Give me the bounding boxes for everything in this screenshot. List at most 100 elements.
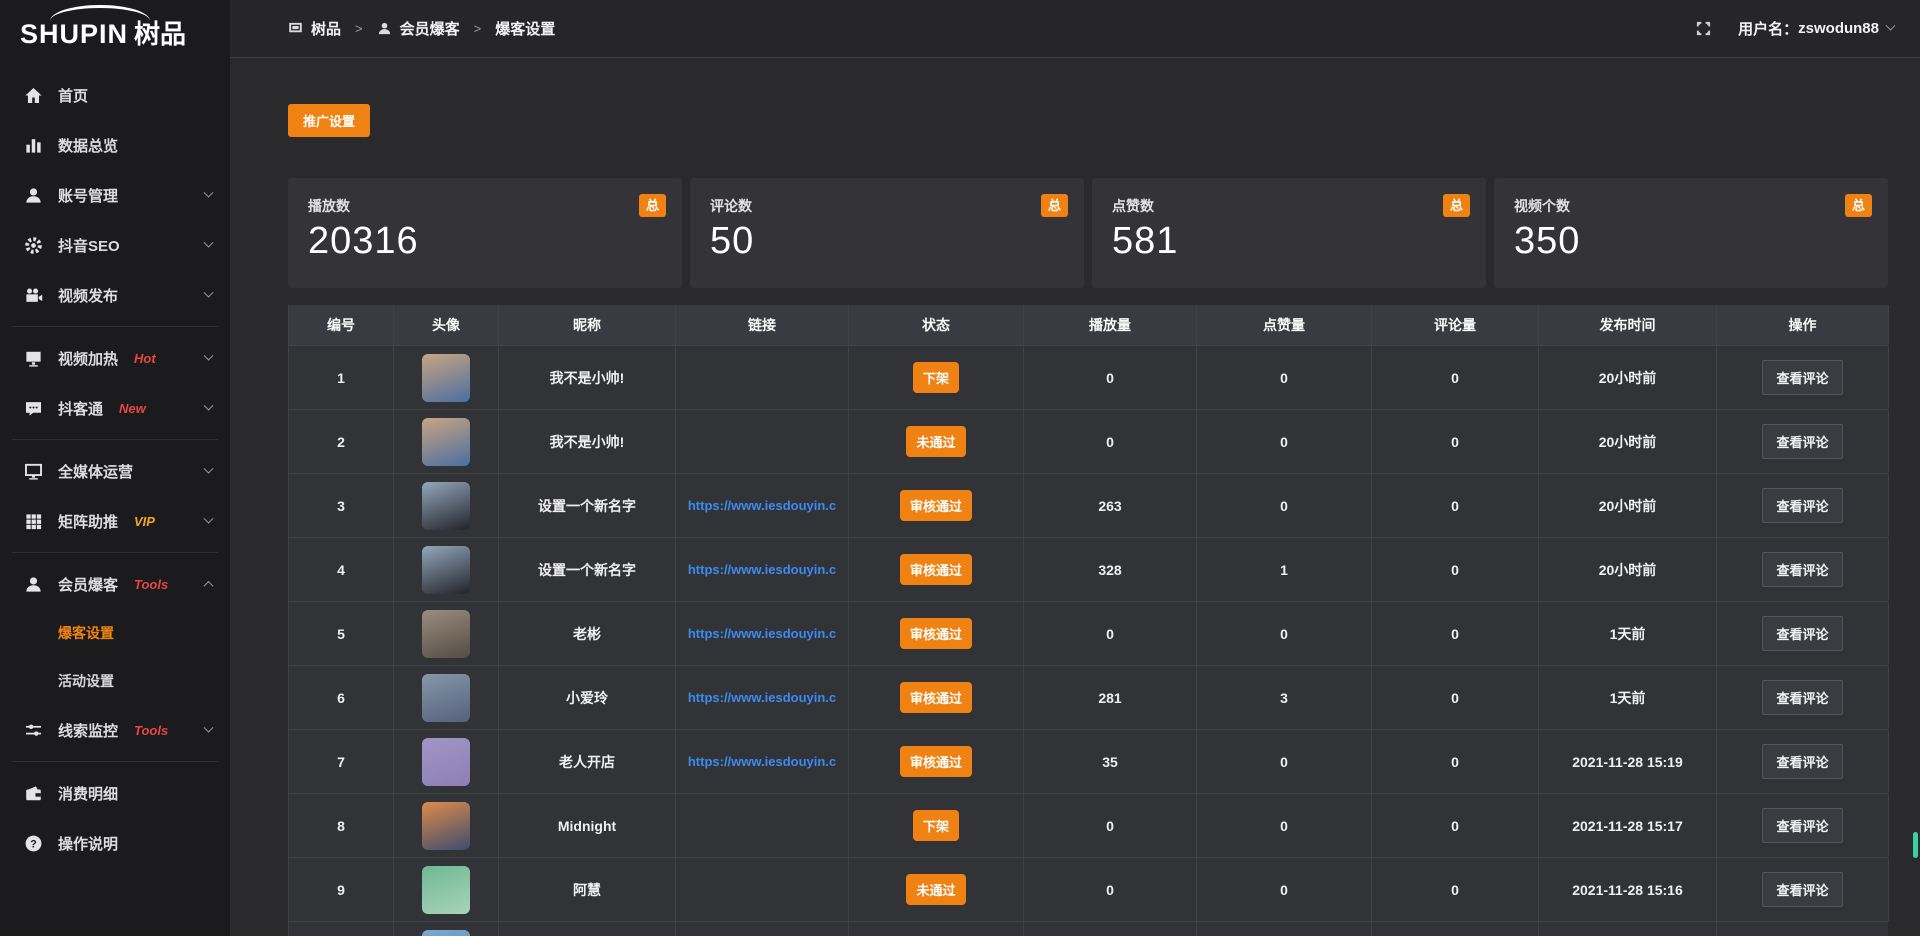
sidebar-item-video-heat[interactable]: 视频加热Hot xyxy=(0,333,230,383)
publish-time-cell: 20小时前 xyxy=(1539,346,1717,409)
sidebar-subitem-activity-settings[interactable]: 活动设置 xyxy=(0,657,230,705)
logo-arc xyxy=(50,5,150,21)
chevron-down-icon xyxy=(204,400,214,410)
avatar-cell xyxy=(394,858,499,921)
sidebar-item-data-overview[interactable]: 数据总览 xyxy=(0,120,230,170)
fullscreen-icon[interactable] xyxy=(1695,20,1712,37)
view-comments-button[interactable]: 查看评论 xyxy=(1762,872,1842,907)
publish-time-cell: 1天前 xyxy=(1539,666,1717,729)
action-cell: 查看评论 xyxy=(1717,666,1889,729)
profile-link[interactable]: https://www.iesdouyin.c xyxy=(688,626,836,641)
user-icon xyxy=(377,21,392,36)
view-comments-button[interactable]: 查看评论 xyxy=(1762,424,1842,459)
avatar-cell xyxy=(394,474,499,537)
likes-cell: 0 xyxy=(1197,730,1372,793)
plays-cell: 281 xyxy=(1024,666,1197,729)
main-content: 推广设置 播放数20316总评论数50总点赞数581总视频个数350总 编号头像… xyxy=(230,59,1920,936)
row-index-cell: 7 xyxy=(289,730,394,793)
status-badge[interactable]: 审核通过 xyxy=(900,554,972,585)
sidebar-item-matrix-boost[interactable]: 矩阵助推VIP xyxy=(0,496,230,546)
scrollbar-thumb[interactable] xyxy=(1913,832,1918,858)
view-comments-button[interactable]: 查看评论 xyxy=(1762,808,1842,843)
sidebar: SHUPIN树品 首页数据总览账号管理抖音SEO视频发布视频加热Hot抖客通Ne… xyxy=(0,0,230,936)
breadcrumb-item-member[interactable]: 会员爆客 xyxy=(400,18,460,39)
table-header-cell: 昵称 xyxy=(499,305,676,345)
stat-label: 播放数 xyxy=(308,196,662,216)
avatar-cell xyxy=(394,410,499,473)
row-index-cell: 2 xyxy=(289,410,394,473)
sidebar-item-tag: Hot xyxy=(134,351,156,366)
table-header-cell: 评论量 xyxy=(1372,305,1539,345)
link-cell: https://www.iesdouyin.c xyxy=(676,730,849,793)
profile-link[interactable]: https://www.iesdouyin.c xyxy=(688,690,836,705)
view-comments-button[interactable]: 查看评论 xyxy=(1762,680,1842,715)
chevron-up-icon xyxy=(204,580,214,590)
status-badge[interactable]: 审核通过 xyxy=(900,618,972,649)
sidebar-item-tag: Tools xyxy=(134,723,168,738)
chevron-down-icon xyxy=(204,722,214,732)
plays-cell: 0 xyxy=(1024,602,1197,665)
stat-card: 播放数20316总 xyxy=(288,178,682,288)
view-comments-button[interactable]: 查看评论 xyxy=(1762,488,1842,523)
sidebar-item-clue-monitor[interactable]: 线索监控Tools xyxy=(0,705,230,755)
sidebar-item-label: 消费明细 xyxy=(58,783,118,804)
likes-cell: 0 xyxy=(1197,858,1372,921)
status-badge[interactable]: 下架 xyxy=(913,810,959,841)
comments-cell: 0 xyxy=(1372,346,1539,409)
sidebar-item-media-operation[interactable]: 全媒体运营 xyxy=(0,446,230,496)
status-badge[interactable]: 审核通过 xyxy=(900,746,972,777)
chevron-down-icon xyxy=(204,463,214,473)
sidebar-subitem-baoke-settings[interactable]: 爆客设置 xyxy=(0,609,230,657)
sidebar-item-tag: Tools xyxy=(134,577,168,592)
breadcrumb-item-shupin[interactable]: 树品 xyxy=(311,18,341,39)
chevron-down-icon xyxy=(204,287,214,297)
sidebar-item-home[interactable]: 首页 xyxy=(0,70,230,120)
nickname-cell: 设置一个新名字 xyxy=(499,474,676,537)
avatar xyxy=(422,418,470,466)
view-comments-button[interactable]: 查看评论 xyxy=(1762,744,1842,779)
sidebar-item-operation-guide[interactable]: ? 操作说明 xyxy=(0,818,230,868)
nickname-cell: 我不是小帅! xyxy=(499,346,676,409)
profile-link[interactable]: https://www.iesdouyin.c xyxy=(688,754,836,769)
logo-text-cn: 树品 xyxy=(134,19,186,49)
status-cell: 下架 xyxy=(849,794,1024,857)
status-badge[interactable]: 审核通过 xyxy=(900,682,972,713)
sidebar-item-video-publish[interactable]: 视频发布 xyxy=(0,270,230,320)
avatar-cell xyxy=(394,538,499,601)
screen-icon xyxy=(24,462,43,481)
app: SHUPIN树品 首页数据总览账号管理抖音SEO视频发布视频加热Hot抖客通Ne… xyxy=(0,0,1920,936)
status-badge[interactable]: 未通过 xyxy=(906,874,965,905)
avatar-cell xyxy=(394,602,499,665)
status-badge[interactable]: 审核通过 xyxy=(900,490,972,521)
view-comments-button[interactable]: 查看评论 xyxy=(1762,616,1842,651)
nickname-cell: Midnight xyxy=(499,794,676,857)
status-badge[interactable]: 下架 xyxy=(913,362,959,393)
svg-text:?: ? xyxy=(30,838,37,850)
likes-cell: 3 xyxy=(1197,666,1372,729)
status-cell: 未通过 xyxy=(849,858,1024,921)
sidebar-item-consume-detail[interactable]: 消费明细 xyxy=(0,768,230,818)
sidebar-item-douketong[interactable]: 抖客通New xyxy=(0,383,230,433)
view-comments-button[interactable]: 查看评论 xyxy=(1762,360,1842,395)
stat-value: 581 xyxy=(1112,220,1466,263)
profile-link[interactable]: https://www.iesdouyin.c xyxy=(688,562,836,577)
status-cell: 下架 xyxy=(849,346,1024,409)
promotion-settings-button[interactable]: 推广设置 xyxy=(288,104,370,137)
sidebar-item-douyin-seo[interactable]: 抖音SEO xyxy=(0,220,230,270)
logo-text-en: SHUPIN xyxy=(20,19,128,49)
plays-cell: 35 xyxy=(1024,730,1197,793)
profile-link[interactable]: https://www.iesdouyin.c xyxy=(688,498,836,513)
stat-total-badge: 总 xyxy=(1443,194,1470,217)
view-comments-button[interactable]: 查看评论 xyxy=(1762,552,1842,587)
status-badge[interactable]: 未通过 xyxy=(906,426,965,457)
user-menu[interactable]: 用户名： zswodun88 xyxy=(1738,18,1894,39)
nickname-cell: 老人开店 xyxy=(499,730,676,793)
stat-label: 点赞数 xyxy=(1112,196,1466,216)
stat-card: 点赞数 581 总 xyxy=(1092,178,1486,288)
member-table: 编号头像昵称链接状态播放量点赞量评论量发布时间操作1我不是小帅!下架00020小… xyxy=(288,305,1888,936)
avatar xyxy=(422,354,470,402)
sidebar-item-account-management[interactable]: 账号管理 xyxy=(0,170,230,220)
sidebar-item-label: 操作说明 xyxy=(58,833,118,854)
sidebar-item-member-baoke[interactable]: 会员爆客Tools xyxy=(0,559,230,609)
table-row: 8Midnight下架0002021-11-28 15:17查看评论 xyxy=(288,793,1888,857)
